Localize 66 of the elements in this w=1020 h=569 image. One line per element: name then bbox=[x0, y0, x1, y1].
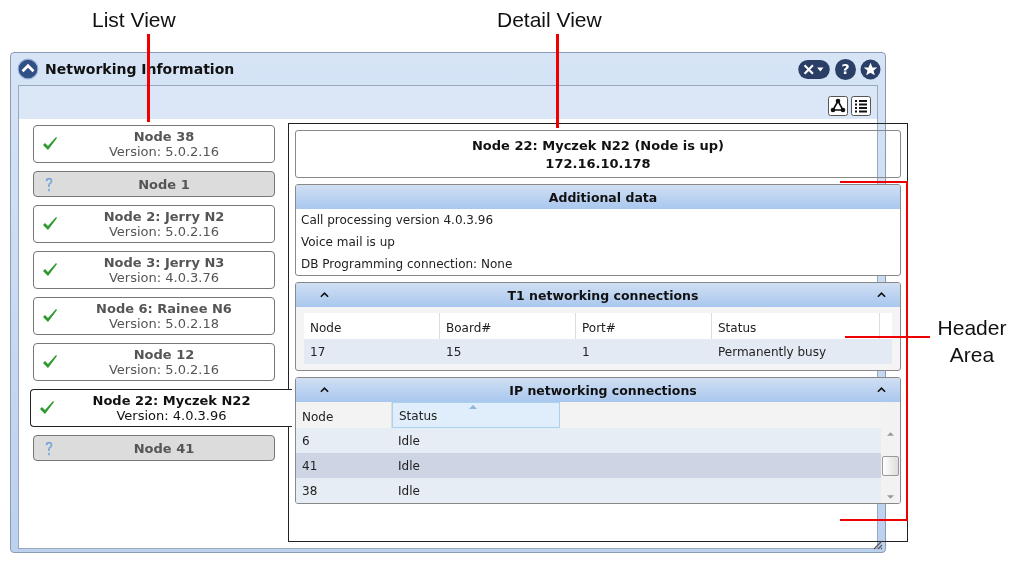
collapse-icon[interactable] bbox=[877, 387, 886, 393]
scroll-thumb[interactable] bbox=[882, 455, 899, 476]
node-card[interactable]: Node 3: Jerry N3 Version: 4.0.3.76 bbox=[33, 251, 275, 289]
collapse-icon[interactable] bbox=[320, 292, 329, 298]
section-title: T1 networking connections bbox=[507, 287, 699, 303]
app-icon bbox=[17, 58, 39, 80]
node-name: Node 41 bbox=[133, 440, 195, 456]
node-title: Node 22: Myczek N22 (Node is up) bbox=[471, 137, 725, 155]
callout-label: Detail View bbox=[497, 8, 602, 32]
table-cell-text: Idle bbox=[397, 483, 421, 498]
section-title: IP networking connections bbox=[509, 382, 697, 398]
node-name: Node 12 bbox=[133, 347, 195, 362]
info-line: Call processing version 4.0.3.96 bbox=[300, 212, 495, 229]
node-version: Version: 5.0.2.16 bbox=[108, 144, 220, 159]
node-version: Version: 5.0.2.16 bbox=[108, 224, 220, 239]
table-row[interactable]: 38 Idle bbox=[296, 478, 881, 503]
node-name: Node 1 bbox=[138, 176, 190, 192]
table-row[interactable]: 41 Idle bbox=[296, 453, 881, 478]
scroll-down-icon[interactable] bbox=[887, 495, 894, 499]
tools-menu-icon[interactable] bbox=[797, 58, 831, 80]
sort-icon bbox=[469, 405, 477, 409]
table-cell-text: Idle bbox=[397, 433, 421, 448]
node-name: Node 22: Myczek N22 bbox=[92, 393, 251, 408]
table-cell-text: Idle bbox=[397, 458, 421, 473]
table-cell-text: 6 bbox=[301, 433, 311, 448]
table-cell-text: 15 bbox=[445, 344, 463, 359]
node-name: Node 38 bbox=[133, 129, 195, 144]
info-line: DB Programming connection: None bbox=[300, 256, 514, 273]
node-card[interactable]: Node 38 Version: 5.0.2.16 bbox=[33, 125, 275, 163]
table-cell-text: 1 bbox=[581, 344, 591, 359]
section-title: Additional data bbox=[548, 189, 658, 205]
question-icon bbox=[44, 440, 54, 456]
list-view-icon[interactable] bbox=[851, 96, 871, 116]
info-line: Voice mail is up bbox=[300, 234, 396, 251]
collapse-icon[interactable] bbox=[877, 292, 886, 298]
node-version: Version: 4.0.3.96 bbox=[116, 408, 227, 423]
table-row[interactable]: 17 15 1 Permanently busy bbox=[304, 339, 892, 364]
favorite-icon[interactable] bbox=[860, 58, 881, 80]
network-view-icon[interactable] bbox=[828, 96, 848, 116]
node-name: Node 2: Jerry N2 bbox=[103, 209, 225, 224]
resize-grip-icon[interactable] bbox=[871, 538, 883, 550]
table-cell-text: 17 bbox=[309, 344, 327, 359]
node-card[interactable]: Node 1 bbox=[33, 171, 275, 197]
node-card[interactable]: Node 41 bbox=[33, 435, 275, 461]
node-version: Version: 5.0.2.18 bbox=[108, 316, 220, 331]
scrollbar[interactable] bbox=[881, 402, 900, 503]
help-button[interactable]: ? bbox=[835, 58, 856, 80]
node-card[interactable]: Node 2: Jerry N2 Version: 5.0.2.16 bbox=[33, 205, 275, 243]
table-cell-text: 41 bbox=[301, 458, 319, 473]
collapse-icon[interactable] bbox=[320, 387, 329, 393]
scroll-up-icon[interactable] bbox=[887, 432, 894, 436]
node-version: Version: 5.0.2.16 bbox=[108, 362, 220, 377]
table-cell-text: 38 bbox=[301, 483, 319, 498]
table-cell-text: Permanently busy bbox=[717, 344, 828, 359]
node-card[interactable]: Node 6: Rainee N6 Version: 5.0.2.18 bbox=[33, 297, 275, 335]
callout-label: List View bbox=[92, 8, 176, 32]
node-card[interactable]: Node 22: Myczek N22 Version: 4.0.3.96 bbox=[30, 389, 292, 427]
node-name: Node 3: Jerry N3 bbox=[103, 255, 225, 270]
node-name: Node 6: Rainee N6 bbox=[96, 301, 232, 316]
node-address: 172.16.10.178 bbox=[545, 155, 651, 173]
table-row[interactable]: 6 Idle bbox=[296, 428, 881, 453]
question-icon bbox=[44, 176, 54, 192]
callout-label: Header Area bbox=[936, 315, 1008, 368]
node-card[interactable]: Node 12 Version: 5.0.2.16 bbox=[33, 343, 275, 381]
column-header[interactable]: Status bbox=[392, 402, 560, 428]
node-version: Version: 4.0.3.76 bbox=[108, 270, 220, 285]
